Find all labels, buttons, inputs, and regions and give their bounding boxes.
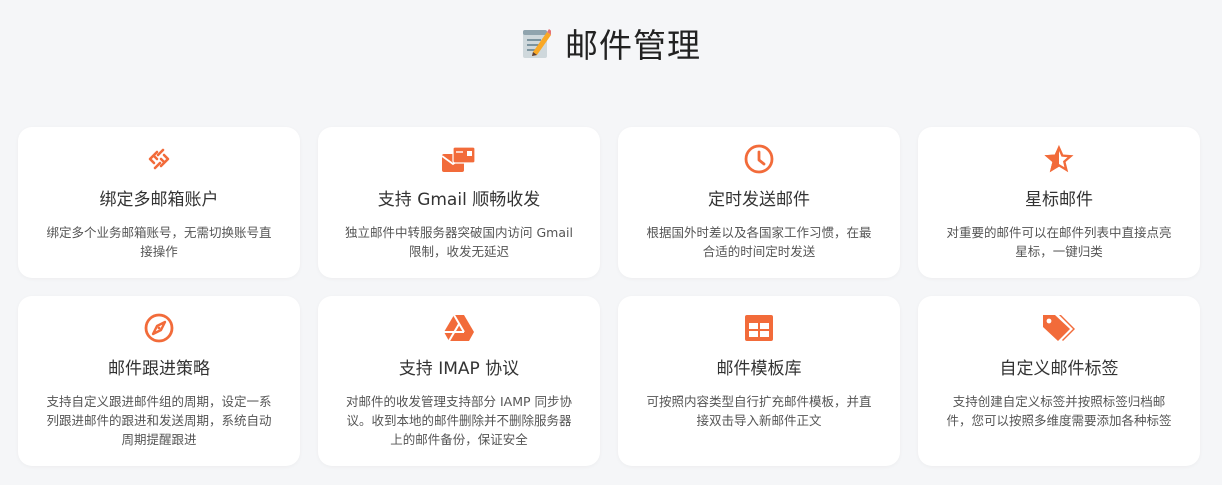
feature-description: 可按照内容类型自行扩充邮件模板，并直接双击导入新邮件正文 [646, 394, 872, 428]
feature-description: 支持自定义跟进邮件组的周期，设定一系列跟进邮件的跟进和发送周期，系统自动周期提醒… [46, 394, 272, 447]
feature-title: 自定义邮件标签 [999, 359, 1119, 379]
feature-card-imap: 支持 IMAP 协议 对邮件的收发管理支持部分 IAMP 同步协议。收到本地的邮… [318, 296, 600, 466]
page-header: 邮件管理 [0, 20, 1222, 66]
feature-title: 星标邮件 [1025, 190, 1093, 210]
drive-triangle-icon [318, 312, 600, 344]
feature-grid: 绑定多邮箱账户 绑定多个业务邮箱账号，无需切换账号直接操作 支持 Gmail 顺… [18, 127, 1200, 466]
feature-card-templates: 邮件模板库 可按照内容类型自行扩充邮件模板，并直接双击导入新邮件正文 [618, 296, 900, 466]
feature-title: 邮件跟进策略 [108, 359, 210, 379]
star-icon [918, 143, 1200, 175]
feature-card-gmail: 支持 Gmail 顺畅收发 独立邮件中转服务器突破国内访问 Gmail 限制，收… [318, 127, 600, 278]
feature-card-follow-up: 邮件跟进策略 支持自定义跟进邮件组的周期，设定一系列跟进邮件的跟进和发送周期，系… [18, 296, 300, 466]
compass-icon [18, 312, 300, 344]
feature-description: 独立邮件中转服务器突破国内访问 Gmail 限制，收发无延迟 [345, 225, 573, 259]
feature-title: 邮件模板库 [716, 359, 802, 379]
feature-description: 对邮件的收发管理支持部分 IAMP 同步协议。收到本地的邮件删除并不删除服务器上… [345, 394, 572, 447]
feature-description: 绑定多个业务邮箱账号，无需切换账号直接操作 [46, 225, 272, 259]
clock-icon [618, 143, 900, 175]
feature-title: 支持 Gmail 顺畅收发 [377, 190, 541, 210]
tags-icon [918, 312, 1200, 344]
feature-card-multi-account: 绑定多邮箱账户 绑定多个业务邮箱账号，无需切换账号直接操作 [18, 127, 300, 278]
feature-card-starred: 星标邮件 对重要的邮件可以在邮件列表中直接点亮星标，一键归类 [918, 127, 1200, 278]
feature-description: 对重要的邮件可以在邮件列表中直接点亮星标，一键归类 [946, 225, 1172, 259]
feature-title: 支持 IMAP 协议 [398, 359, 520, 379]
feature-card-custom-tags: 自定义邮件标签 支持创建自定义标签并按照标签归档邮件，您可以按照多维度需要添加各… [918, 296, 1200, 466]
table-grid-icon [618, 312, 900, 344]
feature-card-scheduled-send: 定时发送邮件 根据国外时差以及各国家工作习惯，在最合适的时间定时发送 [618, 127, 900, 278]
feature-title: 绑定多邮箱账户 [99, 190, 219, 210]
mail-envelopes-icon [318, 143, 600, 175]
link-chain-icon [18, 143, 300, 175]
page-title: 邮件管理 [565, 26, 701, 65]
memo-pencil-icon [521, 26, 552, 60]
feature-description: 支持创建自定义标签并按照标签归档邮件，您可以按照多维度需要添加各种标签 [946, 394, 1172, 428]
feature-title: 定时发送邮件 [708, 190, 810, 210]
feature-description: 根据国外时差以及各国家工作习惯，在最合适的时间定时发送 [646, 225, 872, 259]
